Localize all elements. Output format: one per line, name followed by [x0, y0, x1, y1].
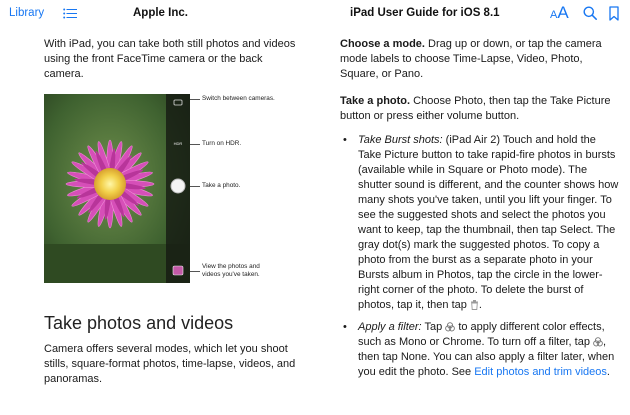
- filter-bullet: • Apply a filter: Tap to apply different…: [340, 320, 620, 380]
- filter-end: .: [606, 366, 610, 378]
- callout-view-photos: View the photos and videos you've taken.: [202, 263, 260, 279]
- font-size-icon[interactable]: AA: [550, 4, 569, 24]
- library-button[interactable]: Library: [9, 7, 44, 19]
- top-toolbar: Library Apple Inc. iPad User Guide for i…: [0, 0, 630, 28]
- table-of-contents-icon[interactable]: [63, 8, 77, 19]
- filter-label: Apply a filter:: [358, 321, 422, 333]
- callout-hdr: Turn on HDR.: [202, 140, 242, 147]
- callout-take-photo: Take a photo.: [202, 182, 241, 189]
- intro-paragraph: With iPad, you can take both still photo…: [44, 38, 296, 80]
- burst-text: (iPad Air 2) Touch and hold the Take Pic…: [358, 134, 619, 311]
- switch-camera-icon[interactable]: [173, 99, 183, 106]
- book-title: iPad User Guide for iOS 8.1: [350, 7, 500, 19]
- callout-line: [190, 144, 200, 145]
- hdr-icon[interactable]: HDR: [174, 141, 183, 146]
- callout-line: [190, 99, 200, 100]
- photo-thumbnail[interactable]: [172, 265, 184, 276]
- bullet-marker: •: [343, 321, 347, 333]
- font-size-large-glyph: A: [557, 3, 569, 22]
- take-photo-paragraph: Take a photo. Choose Photo, then tap the…: [340, 94, 620, 124]
- filter-icon: [593, 337, 603, 347]
- callout-view-photos-line2: videos you've taken.: [202, 271, 260, 278]
- choose-mode-heading: Choose a mode.: [340, 38, 425, 50]
- callout-line: [190, 271, 200, 272]
- take-photo-heading: Take a photo.: [340, 95, 411, 107]
- callout-view-photos-line1: View the photos and: [202, 263, 260, 270]
- camera-controls-strip: HDR: [166, 94, 190, 283]
- burst-label: Take Burst shots:: [358, 134, 443, 146]
- book-publisher-title: Apple Inc.: [133, 7, 188, 19]
- callout-line: [190, 186, 200, 187]
- burst-bullet: • Take Burst shots: (iPad Air 2) Touch a…: [343, 134, 619, 311]
- trash-icon: [470, 300, 478, 310]
- bookmark-icon[interactable]: [609, 6, 619, 21]
- filter-text-1: Tap: [424, 321, 443, 333]
- shutter-button[interactable]: [170, 178, 186, 194]
- camera-modes-paragraph: Camera offers several modes, which let y…: [44, 343, 296, 385]
- flower-photo: HDR: [44, 94, 190, 283]
- edit-photos-link[interactable]: Edit photos and trim videos: [474, 366, 607, 378]
- camera-illustration: HDR Switch between cameras. Turn on HDR.…: [44, 94, 290, 284]
- choose-mode-paragraph: Choose a mode. Drag up or down, or tap t…: [340, 37, 620, 82]
- camera-modes-block: Camera offers several modes, which let y…: [44, 342, 296, 387]
- right-page: Choose a mode. Drag up or down, or tap t…: [340, 37, 620, 380]
- left-page: With iPad, you can take both still photo…: [44, 37, 296, 82]
- filter-icon: [445, 322, 456, 332]
- section-heading: Take photos and videos: [44, 313, 234, 333]
- bullet-marker: •: [343, 134, 347, 146]
- search-icon[interactable]: [583, 6, 597, 20]
- callout-switch-cameras: Switch between cameras.: [202, 95, 275, 102]
